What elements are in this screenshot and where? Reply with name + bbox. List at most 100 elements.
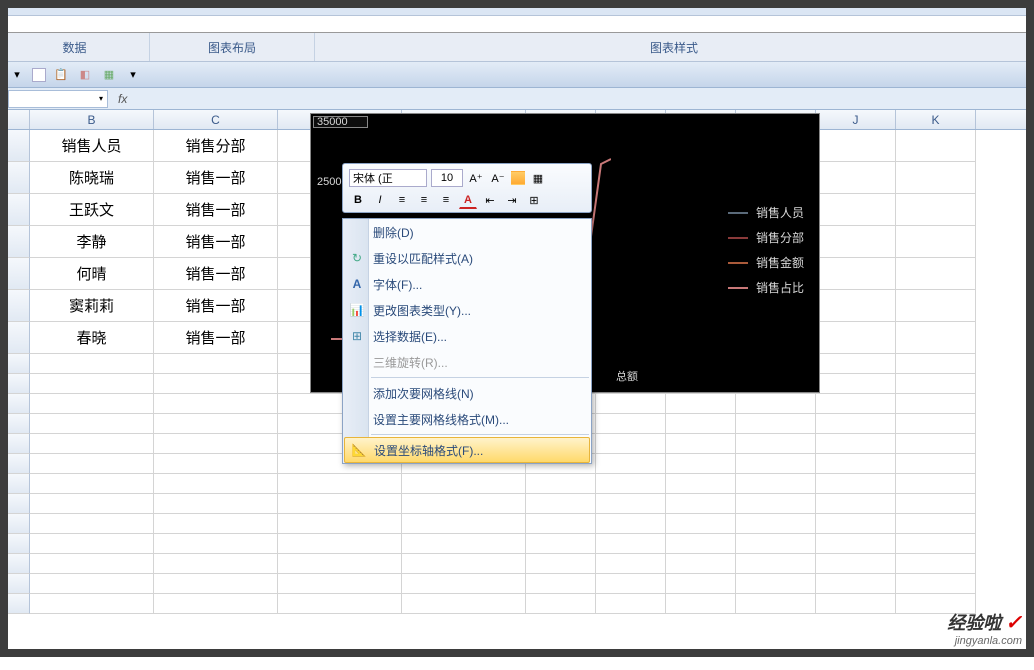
ribbon-group-data[interactable]: 数据 [0, 33, 150, 61]
cell[interactable] [30, 414, 154, 434]
cell[interactable] [666, 474, 736, 494]
cell[interactable] [402, 514, 526, 534]
cell[interactable] [278, 514, 402, 534]
ctx-delete[interactable]: 删除(D) [343, 219, 591, 245]
cell[interactable] [278, 554, 402, 574]
cell[interactable] [666, 594, 736, 614]
cell[interactable] [596, 434, 666, 454]
cell[interactable] [736, 554, 816, 574]
cell[interactable] [526, 494, 596, 514]
cell[interactable] [666, 534, 736, 554]
cell[interactable] [596, 534, 666, 554]
cell[interactable] [596, 574, 666, 594]
cell[interactable] [526, 474, 596, 494]
cell[interactable]: 销售一部 [154, 322, 278, 354]
cell[interactable] [896, 474, 976, 494]
legend-item[interactable]: 销售分部 [728, 229, 804, 246]
cell[interactable] [154, 594, 278, 614]
row-header[interactable] [0, 226, 30, 258]
decrease-indent-button[interactable]: ⇤ [481, 191, 499, 209]
cell[interactable] [896, 534, 976, 554]
row-header[interactable] [0, 454, 30, 474]
ctx-change-chart-type[interactable]: 📊更改图表类型(Y)... [343, 297, 591, 323]
cell[interactable] [736, 574, 816, 594]
cell[interactable] [896, 514, 976, 534]
cell[interactable] [30, 574, 154, 594]
cell[interactable] [816, 414, 896, 434]
cell[interactable] [816, 434, 896, 454]
cell[interactable] [526, 574, 596, 594]
column-header[interactable]: J [816, 110, 896, 129]
cell[interactable] [816, 354, 896, 374]
row-header[interactable] [0, 574, 30, 594]
cell[interactable] [526, 514, 596, 534]
cell[interactable] [736, 474, 816, 494]
bold-button[interactable]: B [349, 191, 367, 209]
row-header[interactable] [0, 162, 30, 194]
cell[interactable] [816, 374, 896, 394]
cell[interactable] [816, 594, 896, 614]
cell[interactable] [526, 594, 596, 614]
cell[interactable] [402, 574, 526, 594]
qat-item[interactable]: ▾ [124, 66, 142, 84]
cell[interactable] [896, 354, 976, 374]
cell[interactable] [896, 394, 976, 414]
increase-indent-button[interactable]: ⇥ [503, 191, 521, 209]
qat-item[interactable] [32, 68, 46, 82]
cell[interactable] [402, 494, 526, 514]
increase-font-button[interactable]: A⁺ [467, 169, 485, 187]
fx-label[interactable]: fx [118, 92, 127, 106]
cell[interactable] [154, 474, 278, 494]
cell[interactable] [596, 454, 666, 474]
column-header[interactable]: C [154, 110, 278, 129]
cell[interactable] [896, 226, 976, 258]
border-button[interactable]: ▦ [529, 169, 547, 187]
ribbon-group-chart-style[interactable]: 图表样式 [315, 33, 1034, 61]
cell[interactable] [596, 594, 666, 614]
cell[interactable] [896, 322, 976, 354]
row-header[interactable] [0, 534, 30, 554]
cell[interactable] [666, 394, 736, 414]
cell[interactable] [596, 494, 666, 514]
cell[interactable] [596, 514, 666, 534]
cell[interactable] [154, 554, 278, 574]
cell[interactable] [30, 394, 154, 414]
cell[interactable] [154, 534, 278, 554]
row-header[interactable] [0, 374, 30, 394]
name-box[interactable]: ▾ [8, 90, 108, 108]
cell[interactable] [896, 434, 976, 454]
ctx-add-minor-gridlines[interactable]: 添加次要网格线(N) [343, 380, 591, 406]
cell[interactable] [526, 554, 596, 574]
cell[interactable] [816, 514, 896, 534]
ctx-select-data[interactable]: ⊞选择数据(E)... [343, 323, 591, 349]
cell[interactable] [30, 474, 154, 494]
cell[interactable]: 王跃文 [30, 194, 154, 226]
font-size-select[interactable] [431, 169, 463, 187]
legend-item[interactable]: 销售占比 [728, 279, 804, 296]
cell[interactable] [816, 454, 896, 474]
cell[interactable] [816, 554, 896, 574]
ctx-format-major-gridlines[interactable]: 设置主要网格线格式(M)... [343, 406, 591, 432]
cell[interactable] [666, 574, 736, 594]
cell[interactable] [736, 434, 816, 454]
row-header[interactable] [0, 354, 30, 374]
legend-item[interactable]: 销售人员 [728, 204, 804, 221]
cell[interactable] [596, 554, 666, 574]
row-header[interactable] [0, 394, 30, 414]
merge-button[interactable]: ⊞ [525, 191, 543, 209]
cell[interactable] [30, 374, 154, 394]
cell[interactable] [154, 414, 278, 434]
cell[interactable] [596, 414, 666, 434]
cell[interactable]: 销售一部 [154, 226, 278, 258]
cell[interactable] [816, 534, 896, 554]
cell[interactable] [816, 574, 896, 594]
row-header[interactable] [0, 290, 30, 322]
cell[interactable] [896, 414, 976, 434]
cell[interactable] [736, 594, 816, 614]
cell[interactable] [402, 474, 526, 494]
cell[interactable] [30, 594, 154, 614]
row-header[interactable] [0, 414, 30, 434]
legend-item[interactable]: 销售金额 [728, 254, 804, 271]
cell[interactable] [816, 394, 896, 414]
cell[interactable] [816, 494, 896, 514]
